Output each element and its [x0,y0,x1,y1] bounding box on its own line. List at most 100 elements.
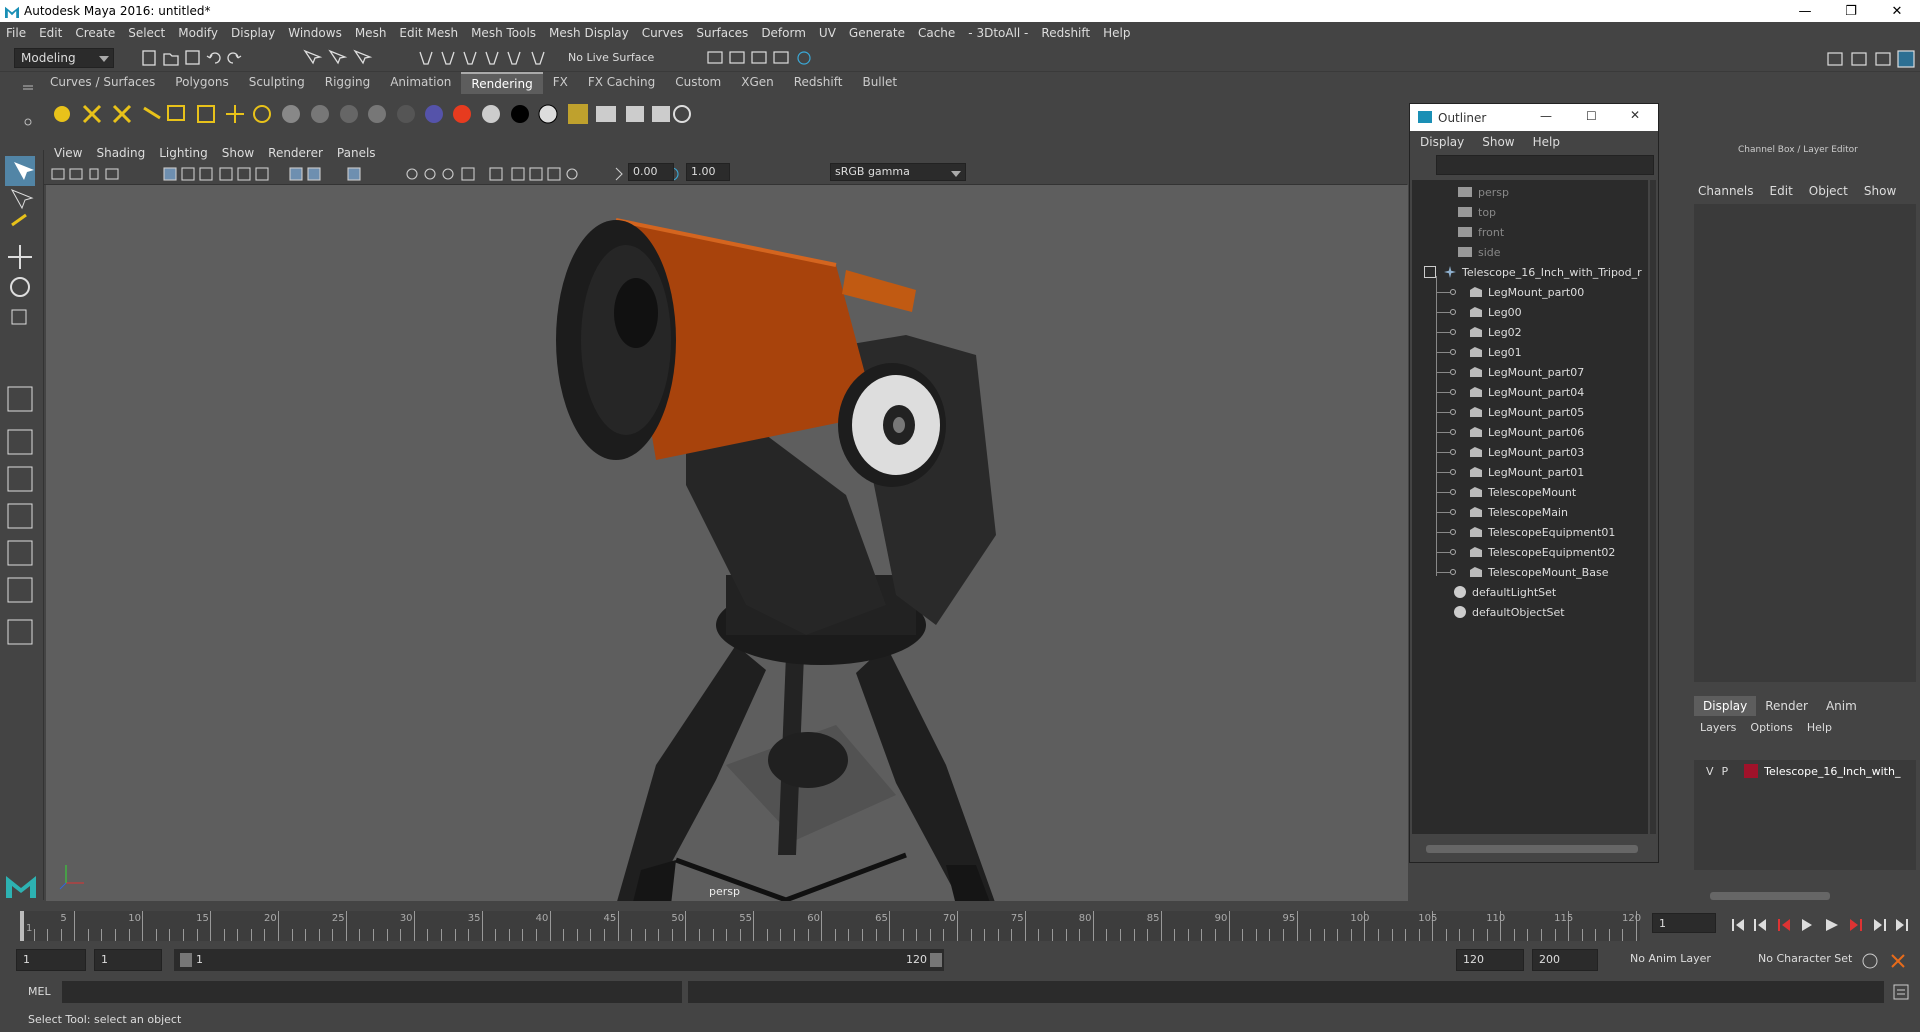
outliner-search-input[interactable] [1436,155,1654,175]
mode-selector[interactable]: Modeling [14,48,114,68]
anim-layer-dropdown[interactable]: No Anim Layer [1624,949,1744,971]
channel-menu-channels[interactable]: Channels [1698,184,1754,198]
tab-bullet[interactable]: Bullet [852,72,907,94]
list-item[interactable]: defaultLightSet [1454,582,1556,602]
list-item-root[interactable]: Telescope_16_Inch_with_Tripod_r [1424,262,1642,282]
list-item[interactable]: LegMount_part03 [1470,442,1584,462]
end-time-field[interactable]: 200 [1532,949,1598,971]
tab-xgen[interactable]: XGen [731,72,784,94]
current-frame-field[interactable]: 1 [1652,913,1716,933]
menu-curves[interactable]: Curves [642,26,684,40]
list-item[interactable]: top [1458,202,1496,222]
menu-cache[interactable]: Cache [918,26,955,40]
layer-row[interactable]: V P Telescope_16_Inch_with_ [1694,760,1916,782]
menu-select[interactable]: Select [128,26,165,40]
layer-h-scrollbar[interactable] [1710,892,1830,900]
tab-render[interactable]: Render [1756,696,1817,716]
collapse-icon[interactable] [1424,266,1436,278]
outliner-minimize-button[interactable]: — [1540,109,1552,123]
tab-animation[interactable]: Animation [380,72,461,94]
restore-button[interactable]: ❐ [1828,0,1874,22]
exposure-field[interactable]: 0.00 [628,163,674,181]
minimize-button[interactable]: — [1782,0,1828,22]
tab-rendering[interactable]: Rendering [461,72,543,94]
tab-custom[interactable]: Custom [665,72,731,94]
shelf-menu-icon[interactable] [20,74,36,134]
layer-menu-help[interactable]: Help [1807,721,1832,734]
tab-sculpting[interactable]: Sculpting [239,72,315,94]
expand-dot-icon[interactable] [1450,349,1456,355]
layer-color-swatch[interactable] [1744,764,1759,778]
list-item[interactable]: TelescopeEquipment01 [1470,522,1615,542]
layer-playback-toggle[interactable]: P [1722,765,1729,778]
start-time-field[interactable]: 1 [16,949,86,971]
timeline-ruler[interactable]: 5 10 15 20 25 30 35 40 45 50 55 60 65 70 75 80 85 90 95 100… [20,911,1641,941]
list-item[interactable]: TelescopeMount_Base [1470,562,1608,582]
expand-dot-icon[interactable] [1450,549,1456,555]
tab-polygons[interactable]: Polygons [165,72,238,94]
gamma-field[interactable]: 1.00 [686,163,730,181]
perspective-viewport[interactable]: persp [46,185,1408,950]
list-item[interactable]: side [1458,242,1501,262]
layer-visibility-toggle[interactable]: V [1706,765,1714,778]
panel-menu-lighting[interactable]: Lighting [159,146,208,160]
list-item[interactable]: Leg00 [1470,302,1522,322]
list-item[interactable]: defaultObjectSet [1454,602,1565,622]
range-slider[interactable]: 1 120 [174,949,944,971]
tab-redshift[interactable]: Redshift [784,72,853,94]
expand-dot-icon[interactable] [1450,429,1456,435]
range-start-handle[interactable] [180,953,192,967]
expand-dot-icon[interactable] [1450,389,1456,395]
list-item[interactable]: LegMount_part07 [1470,362,1584,382]
expand-dot-icon[interactable] [1450,449,1456,455]
time-slider[interactable]: 5 10 15 20 25 30 35 40 45 50 55 60 65 70 75 80 85 90 95 100… [0,905,1920,945]
tab-curves-surfaces[interactable]: Curves / Surfaces [40,72,165,94]
menu-edit[interactable]: Edit [39,26,62,40]
expand-dot-icon[interactable] [1450,569,1456,575]
tab-anim[interactable]: Anim [1817,696,1866,716]
expand-dot-icon[interactable] [1450,469,1456,475]
menu-windows[interactable]: Windows [288,26,342,40]
close-button[interactable]: ✕ [1874,0,1920,22]
playback-end-field[interactable]: 120 [1456,949,1524,971]
list-item[interactable]: LegMount_part00 [1470,282,1584,302]
tab-fx-caching[interactable]: FX Caching [578,72,665,94]
expand-dot-icon[interactable] [1450,329,1456,335]
expand-dot-icon[interactable] [1450,289,1456,295]
expand-dot-icon[interactable] [1450,489,1456,495]
expand-dot-icon[interactable] [1450,529,1456,535]
outliner-menu-show[interactable]: Show [1482,135,1514,149]
list-item[interactable]: LegMount_part05 [1470,402,1584,422]
menu-mesh-tools[interactable]: Mesh Tools [471,26,536,40]
menu-edit-mesh[interactable]: Edit Mesh [399,26,458,40]
list-item[interactable]: Leg01 [1470,342,1522,362]
menu-create[interactable]: Create [75,26,115,40]
outliner-scrollbar[interactable] [1650,180,1656,834]
outliner-h-scrollbar[interactable] [1426,845,1638,853]
list-item[interactable]: LegMount_part06 [1470,422,1584,442]
menu-mesh[interactable]: Mesh [355,26,387,40]
tab-display[interactable]: Display [1694,696,1757,716]
list-item[interactable]: LegMount_part04 [1470,382,1584,402]
panel-menu-view[interactable]: View [54,146,82,160]
list-item[interactable]: TelescopeEquipment02 [1470,542,1615,562]
list-item[interactable]: persp [1458,182,1509,202]
channel-menu-edit[interactable]: Edit [1770,184,1793,198]
menu-deform[interactable]: Deform [761,26,806,40]
expand-dot-icon[interactable] [1450,409,1456,415]
outliner-menu-help[interactable]: Help [1533,135,1560,149]
menu-3dtoall[interactable]: - 3DtoAll - [968,26,1028,40]
channel-menu-object[interactable]: Object [1809,184,1848,198]
character-set-dropdown[interactable]: No Character Set [1752,949,1856,971]
range-end-handle[interactable] [930,953,942,967]
list-item[interactable]: Leg02 [1470,322,1522,342]
panel-menu-panels[interactable]: Panels [337,146,376,160]
expand-dot-icon[interactable] [1450,369,1456,375]
menu-display[interactable]: Display [231,26,275,40]
list-item[interactable]: TelescopeMain [1470,502,1568,522]
panel-menu-shading[interactable]: Shading [96,146,145,160]
outliner-maximize-button[interactable]: ☐ [1586,109,1597,123]
outliner-close-button[interactable]: ✕ [1630,108,1640,122]
list-item[interactable]: LegMount_part01 [1470,462,1584,482]
list-item[interactable]: TelescopeMount [1470,482,1576,502]
